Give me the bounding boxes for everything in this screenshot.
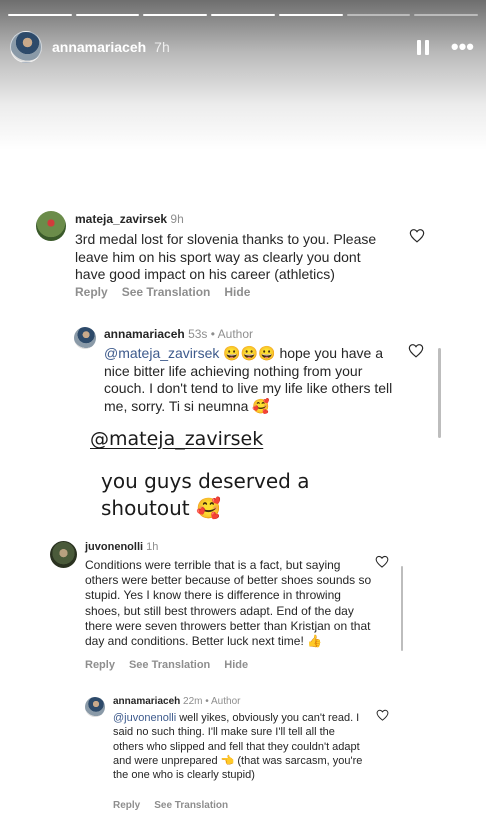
overlay-shoutout-text: you guys deserved a shoutout 🥰 (101, 469, 310, 520)
comment-username[interactable]: annamariaceh 22m • Author (113, 696, 240, 707)
progress-segment (143, 14, 208, 16)
hide-button[interactable]: Hide (224, 659, 248, 671)
progress-segment (75, 14, 140, 16)
progress-segment (8, 14, 72, 16)
avatar[interactable] (74, 327, 96, 349)
story-progress-bar (8, 14, 479, 16)
reply-button[interactable]: Reply (113, 800, 140, 811)
hide-button[interactable]: Hide (224, 285, 250, 299)
comment-time: 1h (146, 541, 159, 553)
comment-text: @mateja_zavirsek 😀😀😀 hope you have a nic… (104, 345, 393, 414)
pause-icon[interactable] (416, 39, 429, 55)
heart-icon[interactable] (409, 228, 425, 243)
heart-icon[interactable] (375, 555, 389, 568)
story-username[interactable]: annamariaceh (52, 39, 146, 55)
see-translation-button[interactable]: See Translation (154, 800, 228, 811)
comment-time: 9h (170, 212, 184, 226)
comment-actions: Reply See Translation (113, 800, 242, 811)
mention-link[interactable]: @juvonenolli (113, 712, 176, 724)
progress-segment (414, 14, 479, 16)
comment-text: 3rd medal lost for slovenia thanks to yo… (75, 231, 377, 282)
mention-link[interactable]: @mateja_zavirsek (104, 345, 219, 361)
more-options-icon[interactable]: ••• (451, 36, 474, 58)
reply-button[interactable]: Reply (85, 659, 115, 671)
overlay-mention[interactable]: @mateja_zavirsek (90, 428, 263, 450)
avatar[interactable] (36, 211, 66, 241)
avatar[interactable] (85, 697, 105, 717)
avatar[interactable] (50, 541, 77, 568)
progress-segment (278, 14, 343, 16)
see-translation-button[interactable]: See Translation (122, 285, 211, 299)
story-top-gradient (0, 0, 486, 150)
story-avatar[interactable] (10, 31, 42, 63)
comment-actions: Reply See Translation Hide (85, 659, 262, 671)
comment-text: @juvonenolli well yikes, obviously you c… (113, 712, 363, 782)
scrollbar[interactable] (401, 566, 403, 651)
reply-button[interactable]: Reply (75, 285, 108, 299)
comment-username[interactable]: juvonenolli 1h (85, 541, 158, 553)
comment-time: 53s • Author (188, 327, 253, 341)
heart-icon[interactable] (376, 709, 389, 721)
scrollbar[interactable] (438, 348, 441, 438)
comment-username[interactable]: annamariaceh 53s • Author (104, 327, 253, 341)
heart-icon[interactable] (408, 343, 424, 358)
comment-username[interactable]: mateja_zavirsek 9h (75, 212, 184, 226)
comment-actions: Reply See Translation Hide (75, 285, 264, 299)
story-time: 7h (154, 39, 170, 55)
story-header: annamariaceh 7h ••• (10, 30, 474, 64)
progress-segment (211, 14, 275, 16)
progress-segment (346, 14, 411, 16)
comment-time: 22m • Author (183, 696, 241, 707)
see-translation-button[interactable]: See Translation (129, 659, 210, 671)
comment-text: Conditions were terrible that is a fact,… (85, 558, 372, 649)
